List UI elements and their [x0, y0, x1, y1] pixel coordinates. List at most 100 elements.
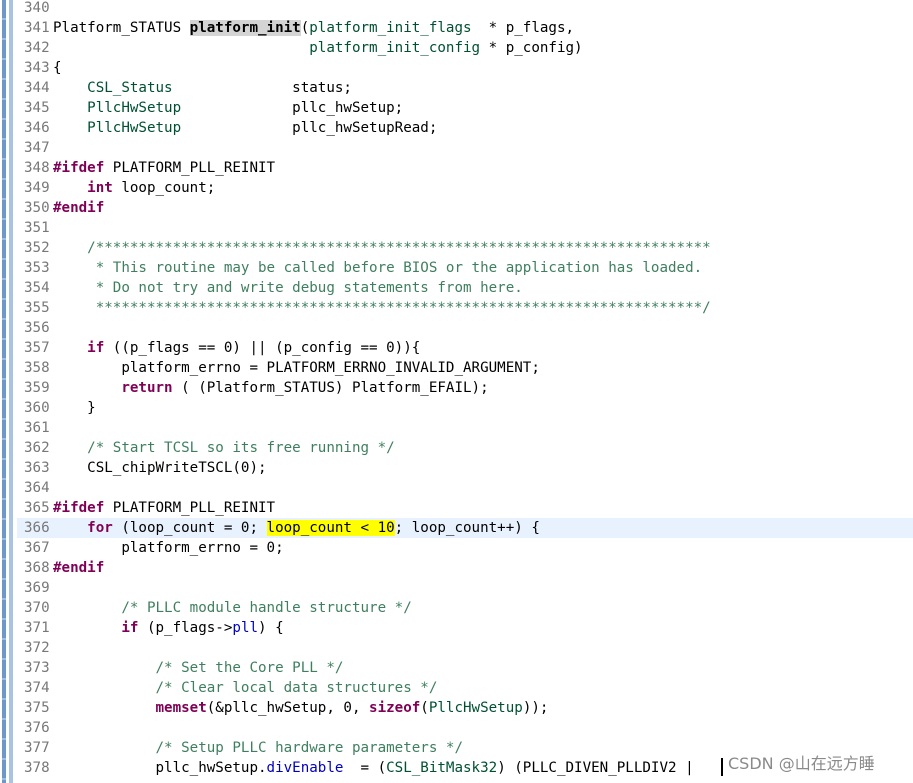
line-number: 368 — [24, 560, 50, 576]
text-caret — [721, 758, 723, 776]
code-line[interactable]: 345 PllcHwSetup pllc_hwSetup; — [17, 98, 913, 118]
code-line[interactable]: 372 — [17, 638, 913, 658]
code-token: /* Set the Core PLL */ — [53, 660, 344, 676]
line-code[interactable]: /* Set the Core PLL */ — [53, 660, 343, 676]
code-line[interactable]: 362 /* Start TCSL so its free running */ — [17, 438, 913, 458]
line-number: 360 — [24, 400, 50, 416]
code-line[interactable]: 366 for (loop_count = 0; loop_count < 10… — [17, 518, 913, 538]
line-code[interactable]: #endif — [53, 200, 104, 216]
code-line[interactable]: 368 #endif — [17, 558, 913, 578]
line-code[interactable]: { — [53, 60, 62, 76]
code-token: PllcHwSetup — [428, 700, 523, 716]
code-token: Platform_STATUS — [53, 20, 190, 36]
line-number: 354 — [24, 280, 50, 296]
line-code[interactable]: CSL_chipWriteTSCL(0); — [53, 460, 266, 476]
line-number: 369 — [24, 580, 50, 596]
code-line[interactable]: 348 #ifdef PLATFORM_PLL_REINIT — [17, 158, 913, 178]
code-line[interactable]: 352 /***********************************… — [17, 238, 913, 258]
line-number: 378 — [24, 760, 50, 776]
code-line[interactable]: 375 memset(&pllc_hwSetup, 0, sizeof(Pllc… — [17, 698, 913, 718]
line-code[interactable]: #ifdef PLATFORM_PLL_REINIT — [53, 160, 275, 176]
code-line[interactable]: 347 — [17, 138, 913, 158]
code-line[interactable]: 371 if (p_flags->pll) { — [17, 618, 913, 638]
line-code[interactable]: platform_init_config * p_config) — [53, 40, 582, 56]
line-code[interactable]: if (p_flags->pll) { — [53, 620, 283, 636]
line-code[interactable]: platform_errno = 0; — [53, 540, 283, 556]
line-code[interactable]: PllcHwSetup pllc_hwSetupRead; — [53, 120, 437, 136]
code-token: /* Setup PLLC hardware parameters */ — [53, 740, 463, 756]
code-token: PLATFORM_PLL_REINIT — [104, 500, 276, 516]
code-token: ; loop_count++) { — [394, 520, 540, 536]
code-token: )); — [522, 700, 549, 716]
code-line[interactable]: 357 if ((p_flags == 0) || (p_config == 0… — [17, 338, 913, 358]
line-code[interactable]: #ifdef PLATFORM_PLL_REINIT — [53, 500, 275, 516]
line-code[interactable]: } — [53, 400, 96, 416]
code-line[interactable]: 370 /* PLLC module handle structure */ — [17, 598, 913, 618]
line-number: 347 — [24, 140, 50, 156]
line-code[interactable]: Platform_STATUS platform_init(platform_i… — [53, 20, 574, 36]
code-editor[interactable]: 340 341 Platform_STATUS platform_init(plat… — [0, 0, 913, 783]
line-code[interactable]: ****************************************… — [53, 300, 711, 316]
code-line[interactable]: 354 * Do not try and write debug stateme… — [17, 278, 913, 298]
code-line[interactable]: 351 — [17, 218, 913, 238]
line-code[interactable]: platform_errno = PLATFORM_ERRNO_INVALID_… — [53, 360, 540, 376]
line-code[interactable]: /* Clear local data structures */ — [53, 680, 437, 696]
line-number: 373 — [24, 660, 50, 676]
line-code[interactable]: /* Setup PLLC hardware parameters */ — [53, 740, 463, 756]
code-line[interactable]: 340 — [17, 0, 913, 18]
line-code[interactable]: PllcHwSetup pllc_hwSetup; — [53, 100, 403, 116]
line-code[interactable]: pllc_hwSetup.divEnable = (CSL_BitMask32)… — [53, 760, 693, 776]
line-code[interactable]: #endif — [53, 560, 104, 576]
line-code[interactable]: return ( (Platform_STATUS) Platform_EFAI… — [53, 380, 488, 396]
code-line[interactable]: 361 — [17, 418, 913, 438]
code-line[interactable]: 346 PllcHwSetup pllc_hwSetupRead; — [17, 118, 913, 138]
code-line[interactable]: 355 ************************************… — [17, 298, 913, 318]
line-number: 355 — [24, 300, 50, 316]
code-line[interactable]: 367 platform_errno = 0; — [17, 538, 913, 558]
code-line[interactable]: 341 Platform_STATUS platform_init(platfor… — [17, 18, 913, 38]
line-number: 361 — [24, 420, 50, 436]
line-code[interactable]: /***************************************… — [53, 240, 711, 256]
code-line[interactable]: 356 — [17, 318, 913, 338]
code-line[interactable]: 358 platform_errno = PLATFORM_ERRNO_INVA… — [17, 358, 913, 378]
code-line[interactable]: 344 CSL_Status status; — [17, 78, 913, 98]
code-line[interactable]: 369 — [17, 578, 913, 598]
code-token: (p_flags-> — [138, 620, 233, 636]
code-line[interactable]: 374 /* Clear local data structures */ — [17, 678, 913, 698]
line-number: 374 — [24, 680, 50, 696]
code-token: { — [53, 60, 62, 76]
line-code[interactable]: * Do not try and write debug statements … — [53, 280, 523, 296]
line-number: 340 — [24, 0, 50, 16]
line-number: 367 — [24, 540, 50, 556]
code-token: = ( — [343, 760, 387, 776]
line-code[interactable]: * This routine may be called before BIOS… — [53, 260, 702, 276]
code-line[interactable]: 350 #endif — [17, 198, 913, 218]
line-number: 365 — [24, 500, 50, 516]
code-line[interactable]: 363 CSL_chipWriteTSCL(0); — [17, 458, 913, 478]
code-line[interactable]: 353 * This routine may be called before … — [17, 258, 913, 278]
line-code[interactable]: memset(&pllc_hwSetup, 0, sizeof(PllcHwSe… — [53, 700, 549, 716]
code-token: for — [87, 520, 113, 536]
code-token: PllcHwSetup — [87, 120, 182, 136]
line-code[interactable]: int loop_count; — [53, 180, 215, 196]
code-token: memset — [155, 700, 207, 716]
code-line[interactable]: 360 } — [17, 398, 913, 418]
code-token: (&pllc_hwSetup, 0, — [206, 700, 370, 716]
code-line[interactable]: 359 return ( (Platform_STATUS) Platform_… — [17, 378, 913, 398]
line-code[interactable]: if ((p_flags == 0) || (p_config == 0)){ — [53, 340, 420, 356]
code-token: loop_count; — [112, 180, 216, 196]
code-token: pllc_hwSetupRead; — [181, 120, 438, 136]
code-token: #endif — [53, 200, 105, 216]
line-code[interactable]: /* Start TCSL so its free running */ — [53, 440, 395, 456]
line-code[interactable]: CSL_Status status; — [53, 80, 352, 96]
code-line[interactable]: 373 /* Set the Core PLL */ — [17, 658, 913, 678]
line-code[interactable]: for (loop_count = 0; loop_count < 10; lo… — [53, 520, 540, 536]
code-line[interactable]: 364 — [17, 478, 913, 498]
code-line[interactable]: 349 int loop_count; — [17, 178, 913, 198]
code-line[interactable]: 343{ — [17, 58, 913, 78]
line-code[interactable]: /* PLLC module handle structure */ — [53, 600, 411, 616]
code-line[interactable]: 365 #ifdef PLATFORM_PLL_REINIT — [17, 498, 913, 518]
code-line[interactable]: 342 platform_init_config * p_config) — [17, 38, 913, 58]
code-line[interactable]: 376 — [17, 718, 913, 738]
